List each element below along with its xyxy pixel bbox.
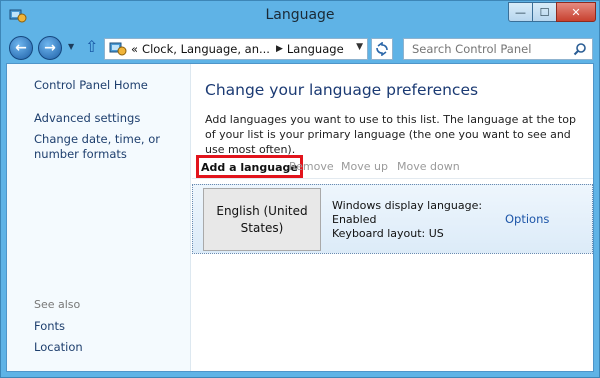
keyboard-layout-label: Keyboard layout: US bbox=[332, 227, 444, 240]
close-button[interactable]: ✕ bbox=[556, 2, 596, 22]
refresh-button[interactable] bbox=[371, 38, 393, 60]
sidebar-link-advanced-settings[interactable]: Advanced settings bbox=[34, 111, 140, 126]
sidebar-link-control-panel-home[interactable]: Control Panel Home bbox=[34, 78, 148, 93]
control-panel-icon bbox=[109, 41, 127, 57]
navigation-bar: ← → ▼ ⇧ « Clock, Language, an... ▶ Langu… bbox=[1, 33, 599, 63]
main-panel: Change your language preferences Add lan… bbox=[192, 64, 593, 371]
search-icon[interactable] bbox=[573, 42, 587, 56]
remove-button[interactable]: Remove bbox=[289, 160, 334, 173]
display-language-status: Enabled bbox=[332, 213, 377, 226]
language-toolbar: Add a language Remove Move up Move down bbox=[192, 155, 593, 179]
content-area: Control Panel Home Advanced settings Cha… bbox=[6, 63, 594, 372]
page-title: Change your language preferences bbox=[205, 81, 479, 99]
breadcrumb-clock-language[interactable]: Clock, Language, an... bbox=[142, 42, 270, 56]
search-box[interactable] bbox=[403, 38, 593, 60]
chevron-down-icon[interactable]: ▼ bbox=[356, 42, 363, 52]
sidebar-link-location[interactable]: Location bbox=[34, 340, 83, 355]
up-arrow-icon[interactable]: ⇧ bbox=[85, 37, 98, 56]
refresh-icon bbox=[376, 42, 388, 56]
language-name[interactable]: English (United States) bbox=[203, 188, 321, 251]
display-language-label: Windows display language: bbox=[332, 199, 483, 212]
back-arrow-icon: ← bbox=[15, 40, 27, 56]
language-window: Language — ☐ ✕ ← → ▼ ⇧ « Clock, Language… bbox=[0, 0, 600, 378]
move-up-button[interactable]: Move up bbox=[341, 160, 388, 173]
chevron-right-icon[interactable]: ▶ bbox=[276, 44, 283, 54]
recent-locations-dropdown-icon[interactable]: ▼ bbox=[68, 42, 74, 51]
sidebar-link-date-time-formats[interactable]: Change date, time, or number formats bbox=[34, 132, 189, 162]
sidebar-link-fonts[interactable]: Fonts bbox=[34, 319, 65, 334]
search-input[interactable] bbox=[404, 39, 564, 59]
breadcrumb-overflow[interactable]: « bbox=[131, 42, 138, 56]
language-details: Windows display language: Enabled Keyboa… bbox=[332, 199, 482, 241]
page-description: Add languages you want to use to this li… bbox=[205, 113, 577, 156]
forward-arrow-icon: → bbox=[44, 40, 56, 56]
add-language-button[interactable]: Add a language bbox=[196, 155, 303, 178]
back-button[interactable]: ← bbox=[9, 36, 33, 60]
maximize-button[interactable]: ☐ bbox=[532, 2, 557, 22]
title-bar: Language — ☐ ✕ bbox=[1, 1, 599, 33]
move-down-button[interactable]: Move down bbox=[397, 160, 460, 173]
address-bar[interactable]: « Clock, Language, an... ▶ Language ▼ bbox=[104, 38, 368, 60]
forward-button[interactable]: → bbox=[38, 36, 62, 60]
see-also-heading: See also bbox=[34, 298, 81, 311]
breadcrumb-language[interactable]: Language bbox=[287, 42, 344, 56]
left-sidebar: Control Panel Home Advanced settings Cha… bbox=[7, 64, 191, 371]
language-options-link[interactable]: Options bbox=[505, 212, 549, 226]
language-list-item[interactable]: English (United States) Windows display … bbox=[192, 184, 593, 254]
minimize-button[interactable]: — bbox=[508, 2, 533, 22]
